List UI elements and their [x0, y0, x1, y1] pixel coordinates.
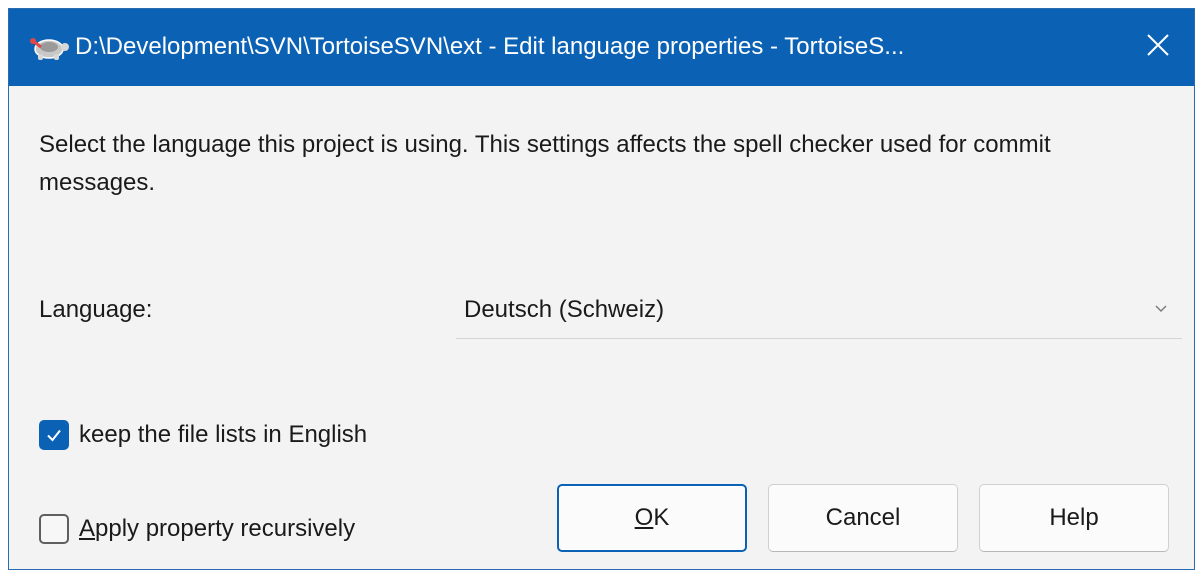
window-title: D:\Development\SVN\TortoiseSVN\ext - Edi…: [75, 33, 905, 60]
language-selected-value: Deutsch (Schweiz): [464, 296, 665, 323]
tortoise-icon: [27, 33, 71, 63]
apply-recursive-label-rest: pply property recursively: [95, 515, 356, 542]
title-bar[interactable]: D:\Development\SVN\TortoiseSVN\ext - Edi…: [9, 9, 1194, 86]
accesskey-a: A: [79, 515, 96, 542]
checkmark-icon: [47, 429, 61, 442]
language-combobox[interactable]: Deutsch (Schweiz): [456, 281, 1182, 339]
apply-recursive-checkbox[interactable]: [39, 514, 69, 544]
cancel-button-label: Cancel: [825, 504, 901, 531]
keep-english-checkbox[interactable]: [39, 420, 69, 450]
dialog-window: D:\Development\SVN\TortoiseSVN\ext - Edi…: [8, 8, 1195, 570]
accesskey-o: O: [634, 504, 654, 531]
dialog-client-area: Select the language this project is usin…: [9, 86, 1194, 569]
language-label: Language:: [39, 296, 153, 323]
chevron-down-icon: [1154, 301, 1168, 315]
apply-recursive-checkbox-row[interactable]: Apply property recursively: [39, 514, 355, 544]
description-text: Select the language this project is usin…: [39, 131, 1051, 196]
help-button[interactable]: Help: [979, 484, 1169, 552]
keep-english-checkbox-row[interactable]: keep the file lists in English: [39, 420, 367, 450]
ok-button[interactable]: OK: [557, 484, 747, 552]
keep-english-label: keep the file lists in English: [79, 421, 368, 448]
ok-button-label-rest: K: [653, 504, 670, 531]
help-button-label: Help: [1049, 504, 1099, 531]
cancel-button[interactable]: Cancel: [768, 484, 958, 552]
apply-recursive-label: Apply property recursively: [79, 515, 355, 543]
close-icon: [1146, 33, 1170, 62]
close-button[interactable]: [1122, 9, 1194, 86]
ok-button-label: OK: [635, 504, 670, 532]
